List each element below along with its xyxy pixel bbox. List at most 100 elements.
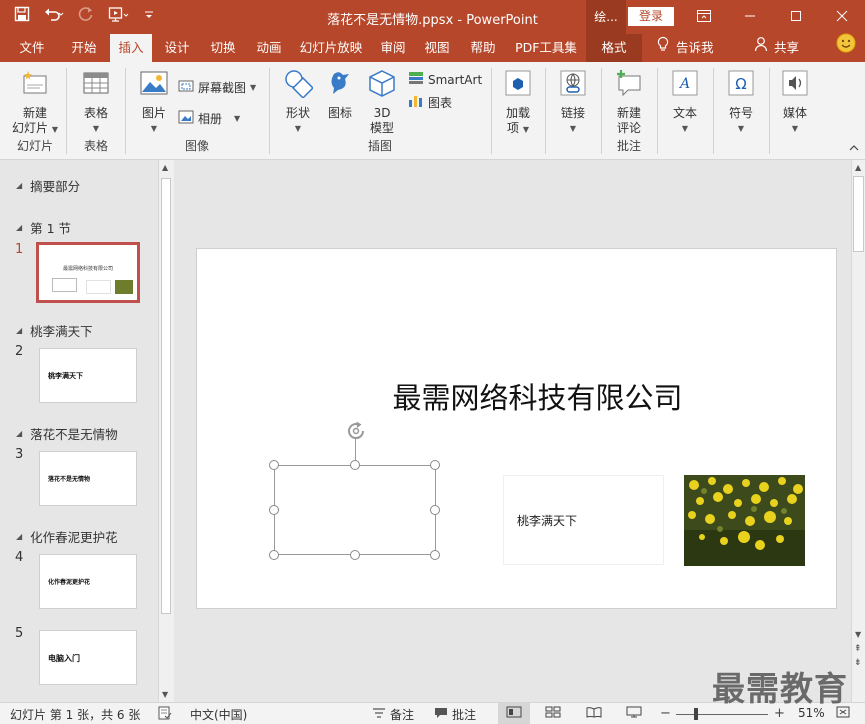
notes-button[interactable]: 备注: [372, 706, 414, 723]
resize-handle-left[interactable]: [269, 505, 279, 515]
slide-textbox[interactable]: 桃李满天下: [503, 475, 664, 565]
section-header[interactable]: ◢ 摘要部分: [16, 176, 80, 195]
section-header[interactable]: ◢ 化作春泥更护花: [16, 527, 118, 546]
rotate-handle-icon[interactable]: [344, 419, 368, 446]
slide-thumbnail-1[interactable]: 最需网络科技有限公司: [36, 242, 140, 303]
resize-handle-bottom-right[interactable]: [430, 550, 440, 560]
chevron-down-icon: ▼: [569, 124, 577, 133]
tab-file[interactable]: 文件: [10, 34, 54, 62]
reading-view-icon: [586, 706, 602, 721]
login-button[interactable]: 登录: [628, 7, 674, 26]
text-button[interactable]: A 文本 ▼: [666, 68, 704, 136]
view-reading-button[interactable]: [586, 706, 602, 721]
group-label-slides: 幻灯片: [16, 139, 53, 153]
scroll-down-icon[interactable]: ▼: [162, 690, 168, 699]
3d-models-label-line2: 模型: [369, 121, 394, 135]
scroll-down-icon[interactable]: ▼: [855, 630, 861, 639]
thumb-title: 最需网络科技有限公司: [62, 266, 113, 272]
language-indicator[interactable]: 中文(中国): [190, 706, 247, 723]
maximize-button[interactable]: [773, 0, 819, 34]
scroll-up-icon[interactable]: ▲: [855, 163, 861, 172]
new-comment-button[interactable]: 新建 评论: [608, 68, 650, 136]
slide-thumbnail-3[interactable]: 落花不是无情物: [39, 451, 137, 506]
zoom-slider-thumb[interactable]: [694, 708, 698, 720]
view-normal-button[interactable]: [498, 703, 530, 724]
resize-handle-top-left[interactable]: [269, 460, 279, 470]
screenshot-button[interactable]: 屏幕截图 ▼: [178, 79, 256, 96]
smartart-button[interactable]: SmartArt: [408, 71, 482, 88]
tab-home[interactable]: 开始: [62, 34, 106, 62]
photo-album-button[interactable]: 相册 ▼: [178, 110, 240, 127]
tab-help[interactable]: 帮助: [462, 34, 504, 62]
collapse-ribbon-button[interactable]: [849, 142, 859, 155]
tell-me-search[interactable]: 告诉我: [656, 34, 714, 62]
chevron-down-icon: ▼: [737, 124, 745, 133]
scroll-up-icon[interactable]: ▲: [162, 163, 168, 172]
section-header[interactable]: ◢ 桃李满天下: [16, 321, 93, 340]
view-slide-sorter-button[interactable]: [545, 706, 561, 721]
addins-button[interactable]: 加载 项 ▼: [498, 68, 538, 137]
group-links: 链接 ▼: [546, 62, 600, 158]
slide-thumbnail-4[interactable]: 化作春泥更护花: [39, 554, 137, 609]
resize-handle-right[interactable]: [430, 505, 440, 515]
tab-pdf-tools[interactable]: PDF工具集: [508, 34, 584, 62]
slide-photo[interactable]: [684, 475, 805, 566]
thumb-textbox: [86, 280, 111, 294]
tab-design[interactable]: 设计: [156, 34, 198, 62]
new-slide-button[interactable]: 新建 幻灯片 ▼: [6, 68, 64, 137]
slide-thumbnail-2[interactable]: 桃李满天下: [39, 348, 137, 403]
previous-slide-icon[interactable]: ⇞: [854, 644, 862, 654]
tab-review[interactable]: 审阅: [372, 34, 414, 62]
slide-textbox-text: 桃李满天下: [517, 514, 578, 528]
spell-check-button[interactable]: [158, 706, 172, 723]
slide-title[interactable]: 最需网络科技有限公司: [197, 375, 836, 417]
watermark: 最需教育: [712, 669, 848, 708]
symbols-button[interactable]: Ω 符号 ▼: [722, 68, 760, 136]
chart-button[interactable]: 图表: [408, 94, 452, 111]
slide-number: 3: [15, 447, 24, 462]
editor-vertical-scrollbar[interactable]: ▲ ▼ ⇞ ⇟: [851, 160, 865, 702]
group-symbols: Ω 符号 ▼: [714, 62, 768, 158]
slide-thumbnail-pane: ◢ 摘要部分 ◢ 第 1 节 1 最需网络科技有限公司 ◢ 桃李满天下 2 桃李…: [0, 160, 158, 702]
title-bar: 落花不是无情物.ppsx - PowerPoint 绘... 登录: [0, 0, 865, 34]
tab-format[interactable]: 格式: [586, 34, 642, 62]
slide-thumbnail-5[interactable]: 电脑入门: [39, 630, 137, 685]
tab-slideshow[interactable]: 幻灯片放映: [294, 34, 368, 62]
tab-insert[interactable]: 插入: [110, 34, 152, 62]
selected-shape[interactable]: [274, 465, 436, 555]
addins-label-line1: 加载: [505, 106, 530, 120]
slide-counter: 幻灯片 第 1 张，共 6 张: [10, 708, 141, 722]
feedback-smiley[interactable]: [836, 33, 856, 62]
zoom-out-button[interactable]: −: [660, 706, 671, 721]
close-button[interactable]: [819, 0, 865, 34]
pictures-button[interactable]: 图片 ▼: [136, 68, 172, 136]
resize-handle-bottom-left[interactable]: [269, 550, 279, 560]
tab-transitions[interactable]: 切换: [202, 34, 244, 62]
view-slideshow-button[interactable]: [626, 706, 642, 721]
next-slide-icon[interactable]: ⇟: [854, 658, 862, 668]
section-header[interactable]: ◢ 第 1 节: [16, 218, 71, 237]
tab-animations[interactable]: 动画: [248, 34, 290, 62]
tab-view[interactable]: 视图: [416, 34, 458, 62]
resize-handle-top-right[interactable]: [430, 460, 440, 470]
shapes-button[interactable]: 形状 ▼: [278, 68, 318, 136]
zoom-slider-track[interactable]: [676, 714, 768, 715]
link-button[interactable]: 链接 ▼: [553, 68, 593, 136]
table-button[interactable]: 表格 ▼: [75, 68, 117, 136]
minus-icon: −: [660, 706, 671, 721]
thumbnail-pane-scroll-thumb[interactable]: [161, 178, 171, 614]
media-button[interactable]: 媒体 ▼: [776, 68, 814, 136]
icons-button[interactable]: 图标: [322, 68, 358, 121]
resize-handle-top[interactable]: [350, 460, 360, 470]
resize-handle-bottom[interactable]: [350, 550, 360, 560]
3d-models-button[interactable]: 3D 模型: [362, 68, 402, 136]
group-label-illustrations: 插图: [367, 139, 392, 153]
ribbon-display-options-button[interactable]: [681, 0, 727, 34]
share-button[interactable]: 共享: [754, 34, 799, 62]
section-header[interactable]: ◢ 落花不是无情物: [16, 424, 118, 443]
link-label: 链接: [560, 106, 585, 120]
slide-canvas[interactable]: 最需网络科技有限公司 桃李满天下: [196, 248, 837, 609]
comments-button[interactable]: 批注: [434, 706, 476, 723]
minimize-button[interactable]: [727, 0, 773, 34]
editor-scroll-thumb[interactable]: [853, 176, 864, 252]
